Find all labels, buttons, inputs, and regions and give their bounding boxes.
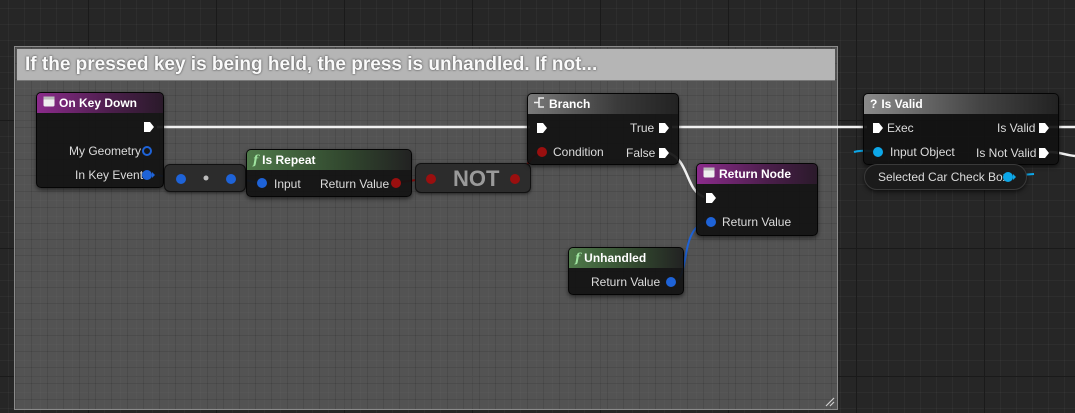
unhandled-header[interactable]: f Unhandled [569,248,683,268]
event-node-icon [43,93,55,113]
input-object-label: Input Object [890,145,955,159]
selected-car-check-box-node[interactable]: Selected Car Check Box [864,164,1027,190]
function-icon: f [575,251,581,265]
on-key-down-node[interactable]: On Key Down My Geometry In Key Event [36,92,164,188]
comment-title[interactable]: If the pressed key is being held, the pr… [17,49,835,81]
branch-false-label: False [626,146,656,160]
not-input-pin-icon[interactable] [425,173,437,185]
branch-true-pin-icon[interactable] [658,122,670,134]
resize-grip-icon[interactable] [823,395,835,407]
not-node[interactable]: NOT [415,163,531,193]
function-icon: f [253,153,259,167]
branch-condition-label: Condition [553,145,604,159]
branch-true-label: True [630,121,655,135]
unhandled-node[interactable]: f Unhandled Return Value [568,247,684,295]
return-value-pin-icon[interactable] [705,216,717,228]
branch-false-pin-icon[interactable] [658,147,670,159]
my-geometry-label: My Geometry [69,144,142,158]
return-node-icon [703,164,715,184]
is-valid-exec-label: Exec [887,121,914,135]
branch-condition-pin-icon[interactable] [536,146,548,158]
is-not-valid-label: Is Not Valid [976,146,1037,160]
not-title: NOT [453,166,500,191]
is-repeat-input-label: Input [274,177,301,191]
is-valid-out-label: Is Valid [997,121,1036,135]
branch-icon [534,94,545,114]
in-key-event-label: In Key Event [75,168,144,182]
selected-car-check-box-label: Selected Car Check Box [878,170,1009,184]
question-icon: ? [870,97,878,111]
is-repeat-return-pin-icon[interactable] [390,177,402,189]
unhandled-return-label: Return Value [591,275,661,289]
is-repeat-node[interactable]: f Is Repeat Input Return Value [246,149,412,197]
is-valid-title: Is Valid [881,97,923,111]
reroute-out-pin-icon[interactable] [225,173,237,185]
on-key-down-header[interactable]: On Key Down [37,93,163,113]
return-exec-in-pin-icon[interactable] [705,192,717,204]
selected-car-check-box-pin-icon[interactable] [1002,171,1016,183]
is-repeat-input-pin-icon[interactable] [256,177,268,189]
branch-node[interactable]: Branch True Condition False [527,93,679,165]
return-value-label: Return Value [722,215,792,229]
is-not-valid-pin-icon[interactable] [1038,147,1050,159]
input-object-pin-icon[interactable] [872,146,884,158]
unhandled-title: Unhandled [584,251,647,265]
reroute-dot-icon[interactable] [202,174,210,182]
exec-out-pin-icon[interactable] [143,121,155,133]
my-geometry-pin-icon[interactable] [141,145,153,157]
not-output-pin-icon[interactable] [509,173,521,185]
branch-title: Branch [549,97,591,111]
blueprint-graph[interactable]: If the pressed key is being held, the pr… [0,0,1075,413]
is-repeat-header[interactable]: f Is Repeat [247,150,411,170]
is-valid-out-pin-icon[interactable] [1038,122,1050,134]
is-valid-header[interactable]: ? Is Valid [864,94,1058,114]
is-repeat-title: Is Repeat [262,153,316,167]
in-key-event-pin-icon[interactable] [141,169,155,181]
return-node-header[interactable]: Return Node [697,164,817,184]
is-valid-node[interactable]: ? Is Valid Exec Is Valid Input Object Is … [863,93,1059,165]
is-repeat-return-label: Return Value [320,177,390,191]
return-node-title: Return Node [719,167,791,181]
branch-exec-in-pin-icon[interactable] [536,122,548,134]
reroute-in-pin-icon[interactable] [175,173,187,185]
unhandled-return-pin-icon[interactable] [665,276,677,288]
reroute-node[interactable] [164,164,246,192]
on-key-down-title: On Key Down [59,96,138,110]
is-valid-exec-in-pin-icon[interactable] [872,122,884,134]
return-node[interactable]: Return Node Return Value [696,163,818,236]
branch-header[interactable]: Branch [528,94,678,114]
